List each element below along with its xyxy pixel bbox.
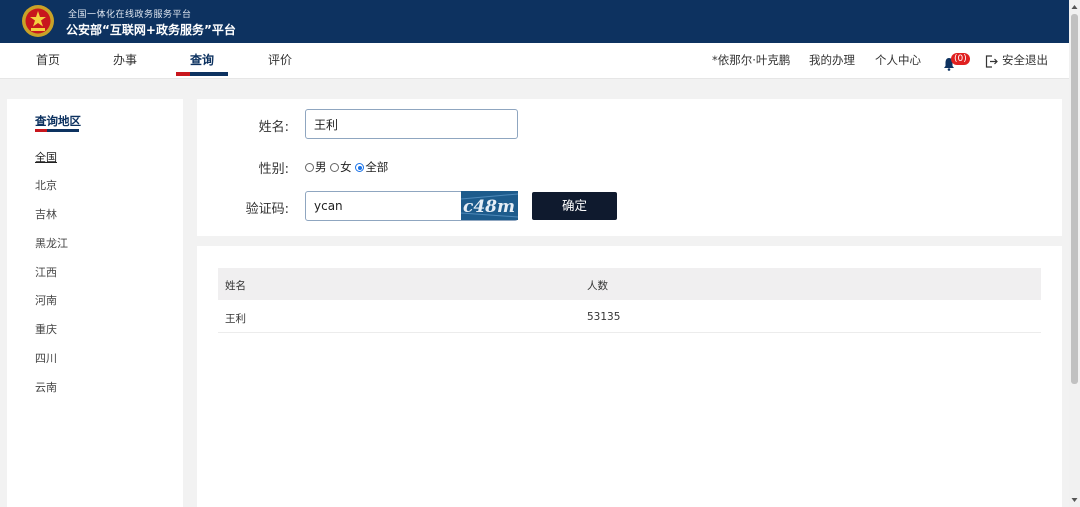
page-scrollbar[interactable] (1069, 0, 1080, 507)
gender-label: 性别: (258, 162, 289, 177)
captcha-noise-graphic: c48m (461, 191, 518, 220)
logout-icon[interactable] (985, 55, 998, 68)
gender-radio-group: 男 女 全部 (305, 159, 388, 175)
logout-link[interactable]: 安全退出 (1002, 43, 1048, 79)
gender-female-radio[interactable] (330, 163, 340, 172)
column-header-name: 姓名 (225, 280, 246, 292)
sidebar-item-sichuan[interactable]: 四川 (35, 350, 57, 366)
user-name-link[interactable]: *依那尔·叶克鹏 (712, 43, 790, 79)
sidebar-item-beijing[interactable]: 北京 (35, 177, 57, 193)
captcha-label: 验证码: (245, 202, 289, 217)
name-label: 姓名: (258, 120, 289, 135)
captcha-image[interactable]: c48m (461, 191, 518, 220)
my-handling-link[interactable]: 我的办理 (809, 43, 855, 79)
gender-all-radio[interactable] (355, 163, 365, 172)
nav-services[interactable]: 办事 (113, 43, 137, 79)
gender-all-label[interactable]: 全部 (365, 160, 388, 174)
gender-male-radio[interactable] (305, 163, 314, 172)
personal-center-link[interactable]: 个人中心 (875, 43, 921, 79)
top-header-bar: 全国一体化在线政务服务平台 公安部“互联网+政务服务”平台 (0, 0, 1069, 43)
notification-badge: (0) (951, 53, 970, 65)
platform-title: 公安部“互联网+政务服务”平台 (66, 23, 236, 37)
table-header (218, 268, 1041, 300)
scroll-thumb[interactable] (1071, 14, 1078, 384)
sidebar-item-jiangxi[interactable]: 江西 (35, 264, 57, 280)
nav-active-indicator (176, 72, 228, 76)
name-input[interactable] (305, 109, 518, 139)
police-emblem-icon (22, 5, 54, 37)
region-sidebar (7, 99, 183, 507)
gender-male-label[interactable]: 男 (315, 160, 327, 174)
sidebar-item-chongqing[interactable]: 重庆 (35, 321, 57, 337)
scroll-up-arrow-icon[interactable] (1071, 3, 1078, 11)
sidebar-title: 查询地区 (35, 114, 81, 128)
nav-home[interactable]: 首页 (36, 43, 60, 79)
nav-evaluate[interactable]: 评价 (268, 43, 292, 79)
sidebar-item-henan[interactable]: 河南 (35, 292, 57, 308)
sidebar-item-yunnan[interactable]: 云南 (35, 379, 57, 395)
sidebar-item-jilin[interactable]: 吉林 (35, 206, 57, 222)
sidebar-item-quanguo[interactable]: 全国 (35, 149, 57, 165)
scroll-down-arrow-icon[interactable] (1071, 496, 1078, 504)
platform-subtitle: 全国一体化在线政务服务平台 (68, 10, 192, 20)
sidebar-title-underline (35, 129, 79, 132)
gender-female-label[interactable]: 女 (340, 160, 352, 174)
table-row-divider (218, 332, 1041, 333)
confirm-button[interactable]: 确定 (532, 192, 617, 220)
sidebar-item-heilongjiang[interactable]: 黑龙江 (35, 235, 68, 251)
table-cell-count: 53135 (587, 311, 621, 323)
column-header-count: 人数 (587, 280, 608, 292)
main-nav: 首页 办事 查询 评价 *依那尔·叶克鹏 我的办理 个人中心 安全退出 (0, 43, 1069, 79)
table-cell-name: 王利 (225, 313, 246, 325)
captcha-text: c48m (463, 197, 515, 217)
